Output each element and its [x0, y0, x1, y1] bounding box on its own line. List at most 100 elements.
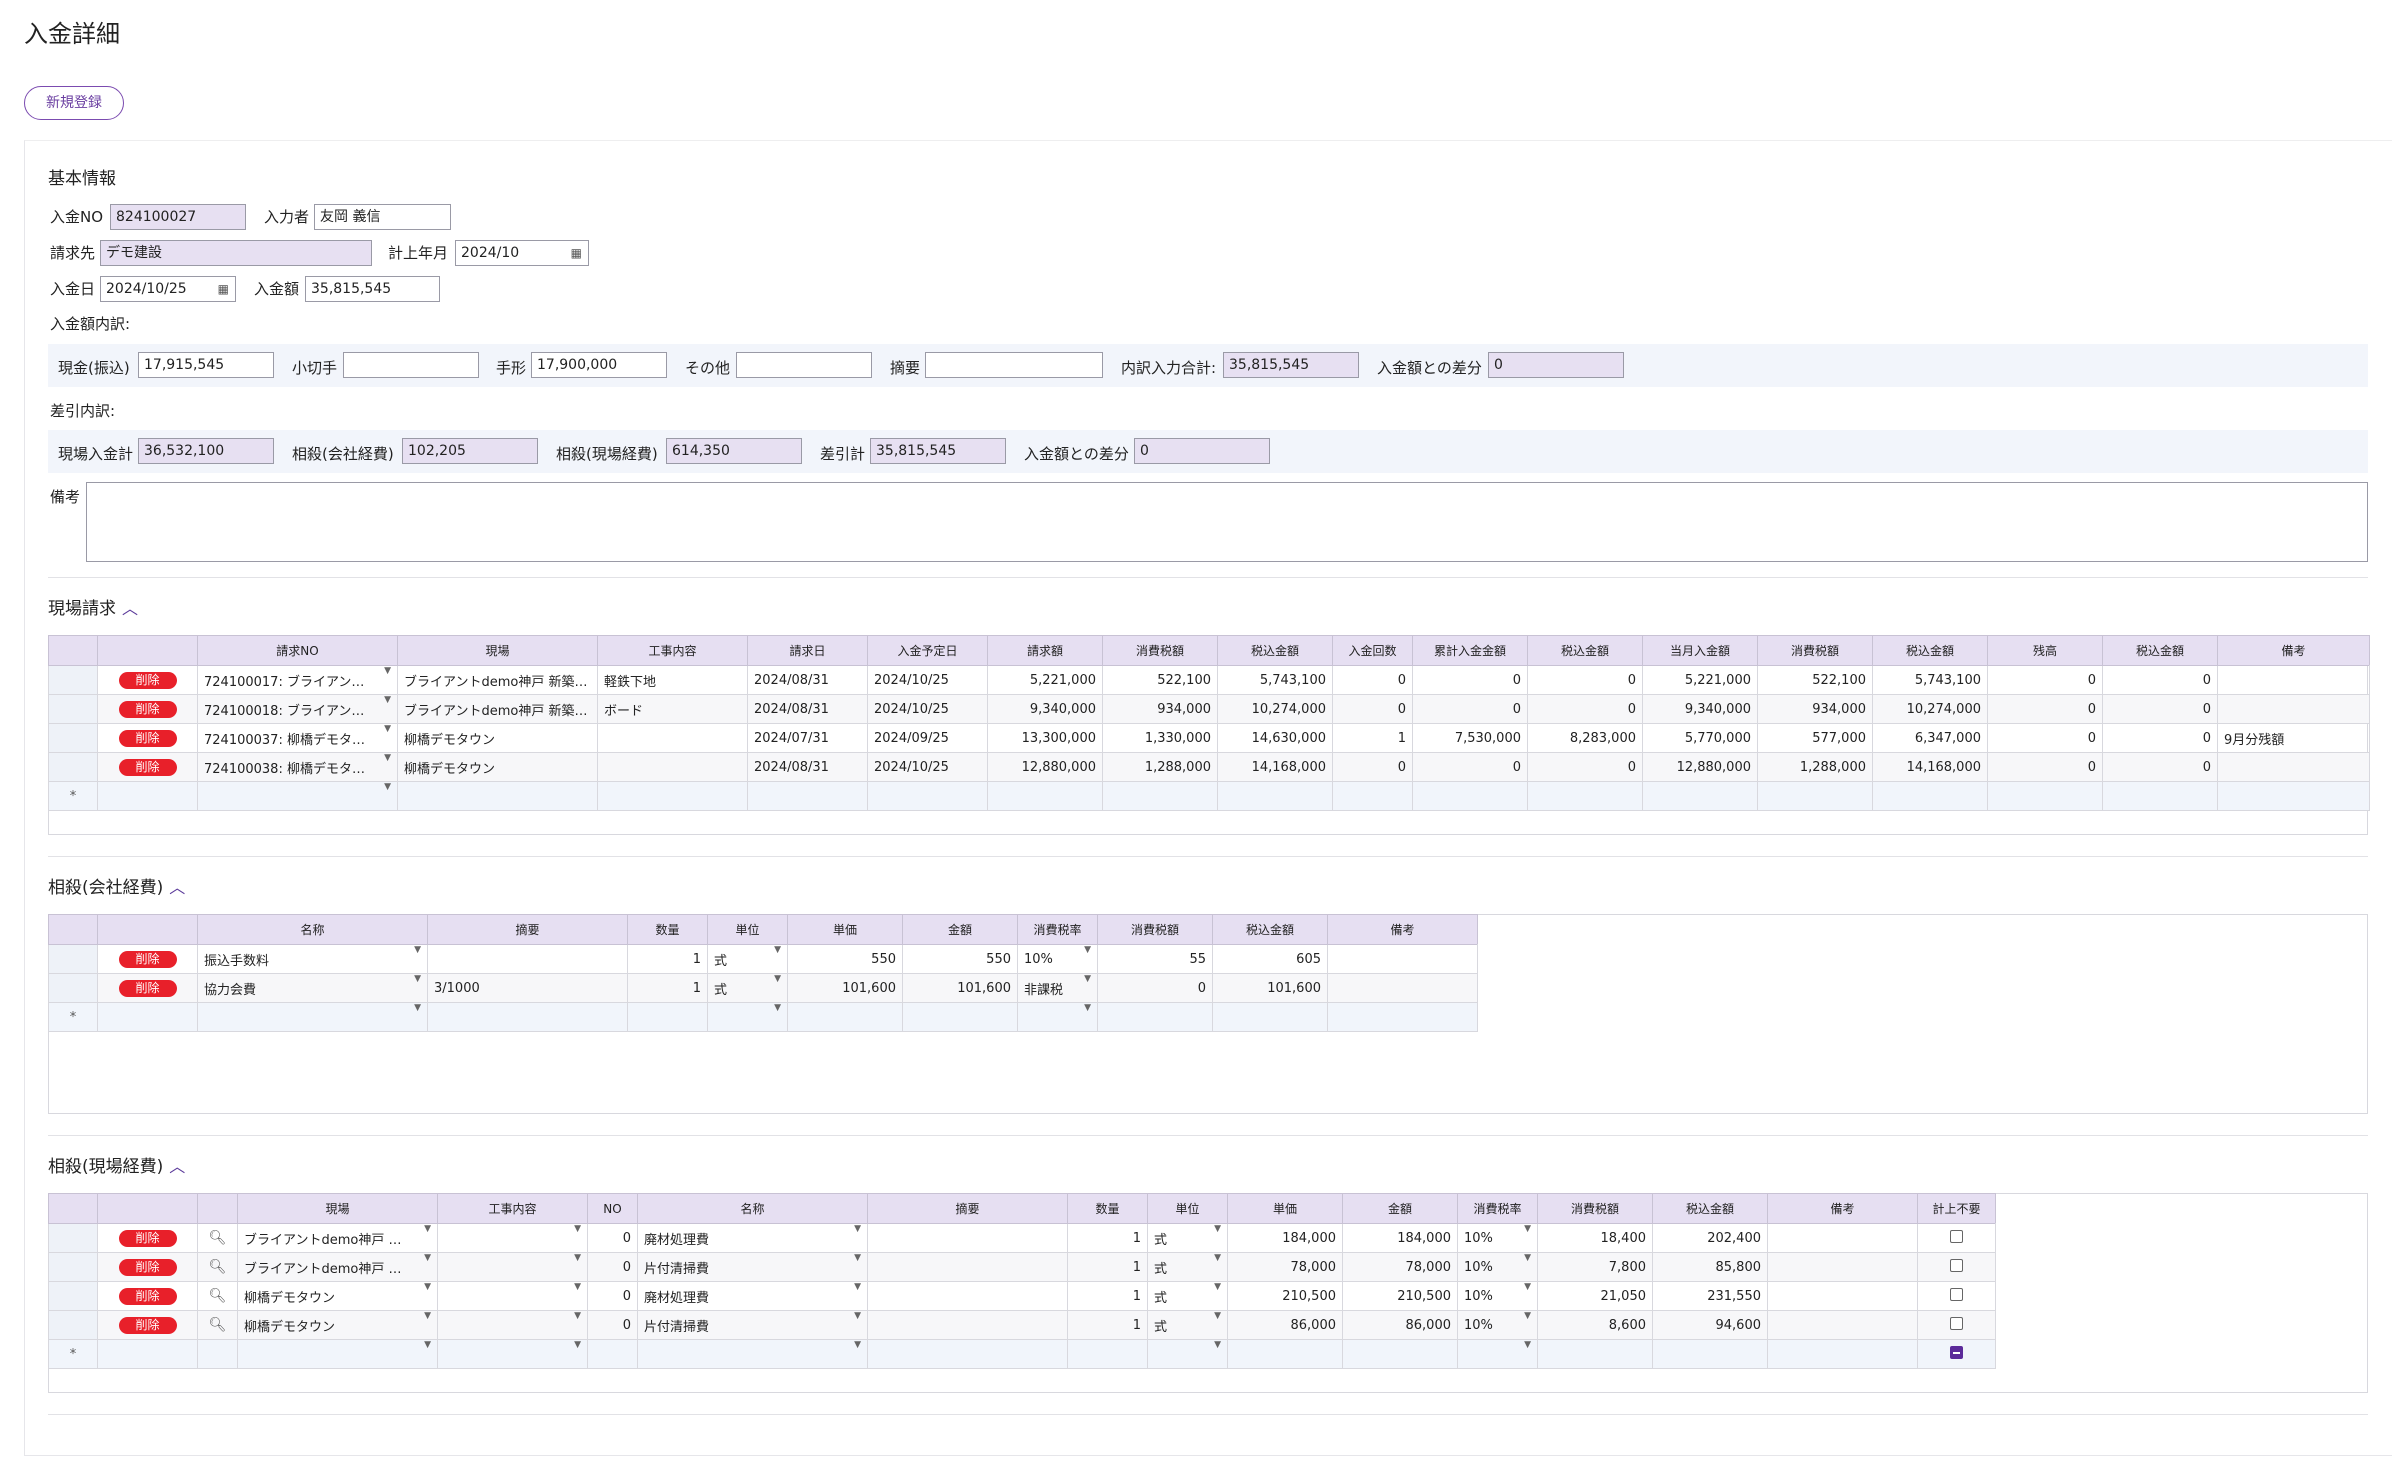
row-header[interactable] — [48, 973, 98, 1003]
grid-cell[interactable]: 18,400 — [1537, 1223, 1653, 1253]
dropdown-arrow-icon[interactable]: ▼ — [574, 1312, 581, 1322]
dropdown-cell[interactable]: 10% ▼ — [1017, 944, 1098, 974]
column-header[interactable]: 入金回数 — [1332, 635, 1413, 666]
grid-cell[interactable]: 10,274,000 — [1217, 694, 1333, 724]
delete-button[interactable]: 削除 — [118, 1316, 177, 1334]
dropdown-arrow-icon[interactable]: ▼ — [854, 1225, 861, 1235]
dropdown-arrow-icon[interactable]: ▼ — [1524, 1225, 1531, 1235]
grid-cell[interactable]: 78,000 — [1227, 1252, 1343, 1282]
posting-month-field[interactable]: 2024/10 ▦ — [455, 240, 589, 266]
grid-cell[interactable]: 9,340,000 — [987, 694, 1103, 724]
row-header[interactable] — [48, 1223, 98, 1253]
grid-cell[interactable]: 0 — [2102, 665, 2218, 695]
grid-cell[interactable] — [1767, 1281, 1918, 1311]
grid-cell[interactable]: 0 — [1097, 973, 1213, 1003]
grid-cell[interactable]: 0 — [1412, 694, 1528, 724]
column-header[interactable]: 備考 — [2217, 635, 2370, 666]
grid-cell[interactable] — [867, 1252, 1068, 1282]
grid-cell[interactable]: 6,347,000 — [1872, 723, 1988, 753]
grid-cell[interactable]: ボード — [597, 694, 748, 724]
chevron-up-icon[interactable]: ︿ — [169, 878, 185, 897]
dropdown-cell[interactable]: 式 ▼ — [707, 973, 788, 1003]
dropdown-cell[interactable]: ▼ — [1147, 1339, 1228, 1369]
input-person-field[interactable]: 友岡 義信 — [314, 204, 451, 230]
grid-cell[interactable] — [1767, 1252, 1918, 1282]
grid-cell[interactable] — [1327, 973, 1478, 1003]
grid-cell[interactable]: 9,340,000 — [1642, 694, 1758, 724]
column-header[interactable]: 消費税額 — [1757, 635, 1873, 666]
grid-cell[interactable] — [2217, 694, 2370, 724]
search-icon[interactable]: 🔍︎ — [209, 1259, 227, 1275]
grid-cell[interactable]: 1 — [1067, 1252, 1148, 1282]
column-header[interactable]: 請求NO — [197, 635, 398, 666]
grid-cell[interactable]: 13,300,000 — [987, 723, 1103, 753]
column-header[interactable]: 現場 — [237, 1193, 438, 1224]
column-header[interactable]: 計上不要 — [1917, 1193, 1996, 1224]
dropdown-arrow-icon[interactable]: ▼ — [1214, 1341, 1221, 1351]
site-billing-title[interactable]: 現場請求 ︿ — [48, 594, 138, 619]
grid-cell[interactable]: 21,050 — [1537, 1281, 1653, 1311]
delete-button[interactable]: 削除 — [118, 758, 177, 776]
bill-field[interactable]: 17,900,000 — [531, 352, 667, 378]
grid-cell[interactable]: 2024/10/25 — [867, 665, 988, 695]
grid-cell[interactable] — [1217, 781, 1333, 811]
grid-cell[interactable] — [1212, 1002, 1328, 1032]
grid-cell[interactable]: 14,168,000 — [1872, 752, 1988, 782]
dropdown-cell[interactable]: 廃材処理費 ▼ — [637, 1281, 868, 1311]
offset-site-title[interactable]: 相殺(現場経費) ︿ — [48, 1152, 185, 1177]
calendar-icon[interactable]: ▦ — [218, 277, 229, 301]
grid-cell[interactable] — [867, 1281, 1068, 1311]
dropdown-cell[interactable]: 片付清掃費 ▼ — [637, 1310, 868, 1340]
grid-cell[interactable]: 14,168,000 — [1217, 752, 1333, 782]
dropdown-arrow-icon[interactable]: ▼ — [1524, 1341, 1531, 1351]
delete-button[interactable]: 削除 — [118, 729, 177, 747]
grid-cell[interactable]: 55 — [1097, 944, 1213, 974]
row-header[interactable] — [48, 665, 98, 695]
column-header[interactable]: 税込金額 — [1527, 635, 1643, 666]
grid-cell[interactable]: 0 — [1527, 752, 1643, 782]
grid-cell[interactable]: 2024/08/31 — [747, 694, 868, 724]
grid-cell[interactable]: 231,550 — [1652, 1281, 1768, 1311]
exclude-checkbox[interactable] — [1950, 1316, 1963, 1330]
column-header[interactable]: 単価 — [1227, 1193, 1343, 1224]
dropdown-cell[interactable]: ▼ — [637, 1339, 868, 1369]
grid-cell[interactable] — [867, 1223, 1068, 1253]
row-header[interactable] — [48, 1252, 98, 1282]
grid-cell[interactable]: 202,400 — [1652, 1223, 1768, 1253]
grid-cell[interactable]: 5,743,100 — [1217, 665, 1333, 695]
column-header[interactable]: 名称 — [637, 1193, 868, 1224]
dropdown-arrow-icon[interactable]: ▼ — [574, 1225, 581, 1235]
dropdown-cell[interactable]: 柳橋デモタウン ▼ — [237, 1310, 438, 1340]
dropdown-arrow-icon[interactable]: ▼ — [774, 1004, 781, 1014]
dropdown-cell[interactable]: 式 ▼ — [1147, 1281, 1228, 1311]
check-field[interactable] — [343, 352, 479, 378]
grid-cell[interactable]: 210,500 — [1342, 1281, 1458, 1311]
dropdown-arrow-icon[interactable]: ▼ — [574, 1254, 581, 1264]
grid-cell[interactable]: 94,600 — [1652, 1310, 1768, 1340]
column-header[interactable]: 消費税額 — [1102, 635, 1218, 666]
dropdown-arrow-icon[interactable]: ▼ — [424, 1312, 431, 1322]
grid-cell[interactable] — [97, 1002, 198, 1032]
column-header[interactable]: 当月入金額 — [1642, 635, 1758, 666]
grid-cell[interactable]: 522,100 — [1102, 665, 1218, 695]
grid-cell[interactable]: 0 — [2102, 694, 2218, 724]
site-total-field[interactable]: 36,532,100 — [138, 438, 274, 464]
grid-cell[interactable] — [1767, 1310, 1918, 1340]
grid-cell[interactable]: 0 — [1987, 723, 2103, 753]
grid-cell[interactable]: 2024/08/31 — [747, 752, 868, 782]
grid-cell[interactable]: 934,000 — [1102, 694, 1218, 724]
exclude-checkbox[interactable] — [1950, 1229, 1963, 1243]
row-header[interactable] — [48, 752, 98, 782]
remarks-textarea[interactable] — [86, 482, 2368, 562]
grid-cell[interactable] — [1872, 781, 1988, 811]
grid-cell[interactable]: 0 — [1332, 665, 1413, 695]
grid-cell[interactable] — [1102, 781, 1218, 811]
grid-cell[interactable] — [597, 781, 748, 811]
chevron-up-icon[interactable]: ︿ — [169, 1157, 185, 1176]
grid-cell[interactable]: 550 — [787, 944, 903, 974]
grid-cell[interactable]: 9月分残額 — [2217, 723, 2370, 753]
grid-cell[interactable]: 1 — [1067, 1310, 1148, 1340]
dropdown-cell[interactable]: 協力会費 ▼ — [197, 973, 428, 1003]
column-header[interactable]: 税込金額 — [1217, 635, 1333, 666]
grid-cell[interactable]: 2024/07/31 — [747, 723, 868, 753]
